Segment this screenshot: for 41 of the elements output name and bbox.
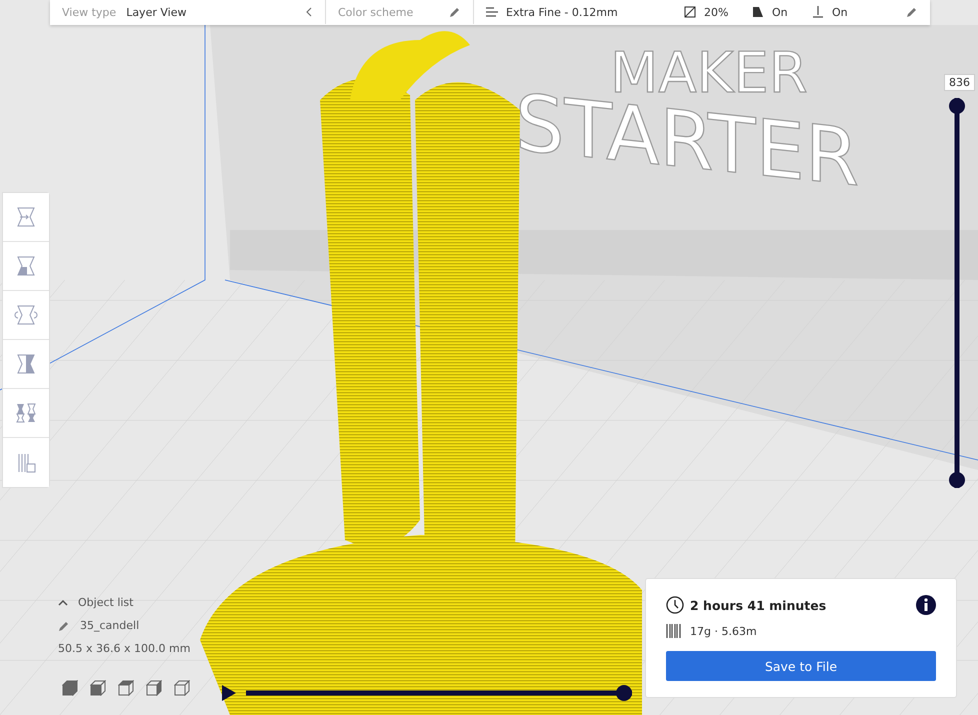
support-icon [752, 6, 764, 18]
object-dimensions: 50.5 x 36.6 x 100.0 mm [58, 642, 190, 655]
hourglass-grid-icon [14, 401, 38, 425]
info-icon[interactable] [916, 595, 936, 615]
infill-value: 20% [704, 6, 730, 18]
path-slider-track[interactable] [246, 685, 632, 701]
view-type-value[interactable]: Layer View [126, 6, 295, 18]
profile-value[interactable]: Extra Fine - 0.12mm [506, 6, 676, 18]
layer-number: 836 [944, 74, 975, 91]
camera-view-button[interactable] [62, 680, 78, 696]
cube-icon [90, 680, 106, 696]
print-time: 2 hours 41 minutes [690, 598, 828, 612]
camera-view-button[interactable] [90, 680, 106, 696]
camera-view-button[interactable] [174, 680, 190, 696]
support-value: On [772, 6, 789, 18]
camera-view-button[interactable] [146, 680, 162, 696]
color-scheme-label: Color scheme [338, 6, 414, 18]
adhesion-value: On [832, 6, 849, 18]
object-list-toggle[interactable]: Object list [78, 596, 134, 609]
play-icon[interactable] [222, 685, 236, 701]
chevron-up-icon [58, 599, 68, 606]
infill-icon [684, 6, 696, 18]
pencil-icon [906, 6, 918, 18]
object-name[interactable]: 35_candell [80, 619, 140, 632]
material-usage: 17g · 5.63m [690, 624, 757, 638]
adhesion-icon [812, 6, 824, 18]
cube-icon [146, 680, 162, 696]
cube-icon [62, 680, 78, 696]
pencil-icon [449, 6, 461, 18]
camera-view-button[interactable] [118, 680, 134, 696]
view-type-label: View type [62, 6, 116, 18]
cube-icon [118, 680, 134, 696]
filament-icon [666, 623, 682, 639]
pencil-icon [58, 620, 70, 632]
save-to-file-button[interactable]: Save to File [666, 651, 936, 681]
cube-icon [174, 680, 190, 696]
lines-icon [486, 7, 498, 17]
tool-button[interactable] [3, 193, 49, 242]
clock-icon [666, 596, 684, 614]
hourglass-rotate-icon [14, 303, 38, 327]
chevron-left-icon [305, 7, 313, 17]
